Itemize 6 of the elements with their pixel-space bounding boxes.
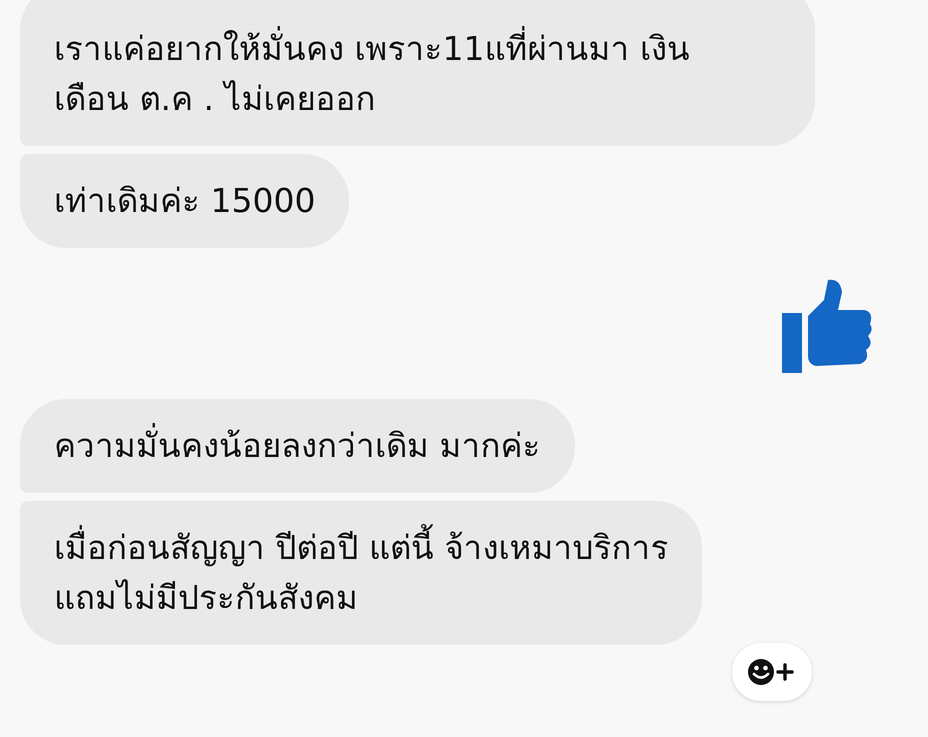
- add-reaction-button[interactable]: [732, 643, 812, 701]
- message-bubble: เมื่อก่อนสัญญา ปีต่อปี แต่นี้ จ้างเหมาบริการ แถมไม่มีประกันสังคม: [20, 501, 702, 645]
- message-bubble: เราแค่อยากให้มั่นคง เพราะ11แที่ผ่านมา เงิน เดือน ต.ค . ไม่เคยออก: [20, 0, 815, 146]
- thumbs-up-icon: [782, 278, 872, 373]
- message-bubble: ความมั่นคงน้อยลงกว่าเดิม มากค่ะ: [20, 399, 574, 493]
- message-bubble: เท่าเดิมค่ะ 15000: [20, 154, 350, 248]
